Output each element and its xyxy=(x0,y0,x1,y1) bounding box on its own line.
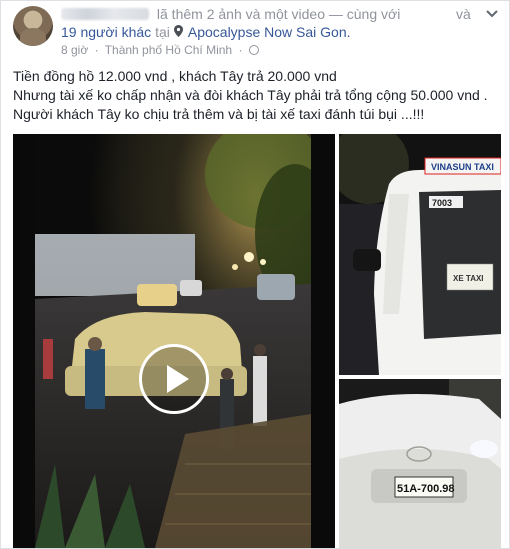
post-header: lã thêm 2 ảnh và một video — cùng với xyxy=(61,5,481,23)
photo-taxi-front[interactable]: VINASUN TAXI 7003 XE TAXI xyxy=(339,134,501,375)
at-text: tại xyxy=(155,24,170,40)
post-text-line-2: Nhưng tài xế ko chấp nhận và đòi khách T… xyxy=(13,87,488,103)
tagged-and-location: 19 người khác tại Apocalypse Now Sai Gon… xyxy=(61,23,481,41)
play-button[interactable] xyxy=(139,344,209,414)
plate-photo-scene: 51A-700.98 xyxy=(339,379,501,548)
post-meta: 8 giờ · Thành phố Hồ Chí Minh · xyxy=(61,42,259,58)
author-avatar[interactable] xyxy=(13,6,53,46)
facebook-post: lã thêm 2 ảnh và một video — cùng với và… xyxy=(0,0,510,549)
taxi-sign-text: XE TAXI xyxy=(453,274,484,283)
post-media: VINASUN TAXI 7003 XE TAXI 51A-700.98 xyxy=(13,134,501,548)
place-link[interactable]: Apocalypse Now Sai Gon. xyxy=(188,24,351,40)
post-city[interactable]: Thành phố Hồ Chí Minh xyxy=(105,43,232,57)
post-time[interactable]: 8 giờ xyxy=(61,43,88,57)
location-pin-icon xyxy=(173,24,183,42)
taxi-number-text: 7003 xyxy=(432,198,452,208)
post-action-text: lã thêm 2 ảnh và một video — cùng với xyxy=(156,6,401,22)
video-thumbnail[interactable] xyxy=(13,134,335,548)
privacy-separator: · xyxy=(238,43,243,57)
post-text-line-1: Tiền đồng hồ 12.000 vnd , khách Tây trả … xyxy=(13,68,337,84)
license-plate-text: 51A-700.98 xyxy=(397,483,455,495)
tagged-others-link[interactable]: 19 người khác xyxy=(61,24,151,40)
author-name-redacted xyxy=(61,8,149,20)
post-text: Tiền đồng hồ 12.000 vnd , khách Tây trả … xyxy=(13,67,499,124)
post-options-chevron-icon[interactable] xyxy=(485,7,499,21)
meta-separator: · xyxy=(94,43,99,57)
video-frame-scene xyxy=(35,134,311,548)
taxi-photo-scene: VINASUN TAXI 7003 XE TAXI xyxy=(339,134,501,375)
globe-icon[interactable] xyxy=(248,45,259,55)
taxi-brand-text: VINASUN TAXI xyxy=(431,162,494,172)
header-trailing-text: và xyxy=(456,6,471,22)
photo-taxi-plate[interactable]: 51A-700.98 xyxy=(339,379,501,548)
post-text-line-3: Người khách Tây ko chịu trả thêm và bị t… xyxy=(13,106,425,122)
